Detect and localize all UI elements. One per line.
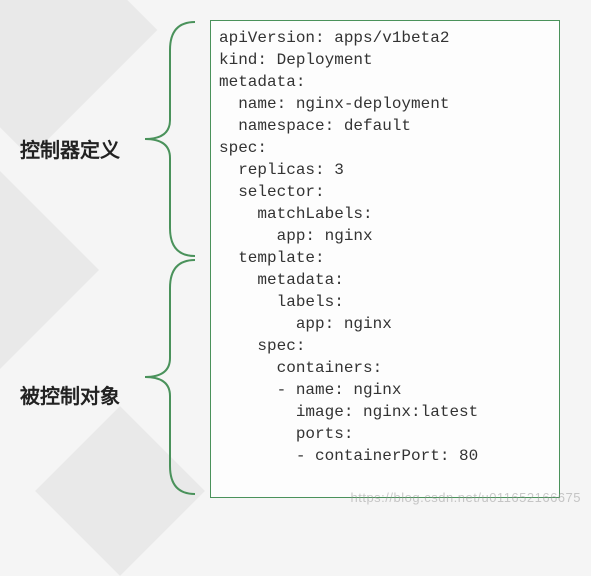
brace-bottom-icon bbox=[130, 258, 200, 496]
label-controller-definition: 控制器定义 bbox=[20, 134, 120, 163]
label-controlled-object: 被控制对象 bbox=[20, 380, 120, 409]
yaml-code-text: apiVersion: apps/v1beta2 kind: Deploymen… bbox=[219, 27, 551, 467]
background-decor bbox=[0, 171, 99, 369]
brace-top-icon bbox=[130, 20, 200, 258]
yaml-code-block: apiVersion: apps/v1beta2 kind: Deploymen… bbox=[210, 20, 560, 498]
watermark-text: https://blog.csdn.net/u011652166675 bbox=[351, 490, 582, 505]
